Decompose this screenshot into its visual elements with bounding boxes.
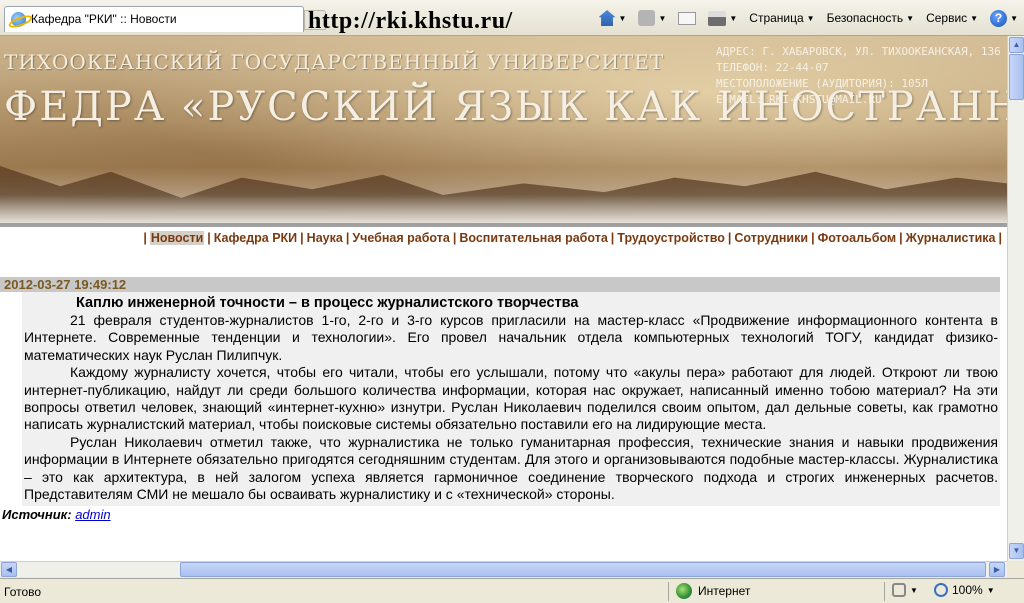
contact-info: АДРЕС: Г. ХАБАРОВСК, УЛ. ТИХООКЕАНСКАЯ, …: [716, 44, 1001, 108]
browser-window: Кафедра "РКИ" :: Новости http://rki.khst…: [0, 0, 1024, 603]
contact-address: АДРЕС: Г. ХАБАРОВСК, УЛ. ТИХООКЕАНСКАЯ, …: [716, 45, 1001, 58]
zone-label: Интернет: [698, 584, 751, 598]
printer-icon: [708, 10, 727, 26]
print-button[interactable]: ▼: [708, 10, 738, 26]
status-text: Готово: [4, 585, 42, 599]
news-article: 2012-03-27 19:49:12 Каплю инженерной точ…: [0, 277, 1000, 522]
help-icon: ?: [990, 9, 1008, 27]
chevron-down-icon: ▼: [729, 13, 738, 23]
source-link[interactable]: admin: [75, 507, 110, 522]
zoom-icon: [934, 583, 948, 597]
vertical-scroll-thumb[interactable]: [1009, 54, 1024, 100]
contact-room: МЕСТОПОЛОЖЕНИЕ (АУДИТОРИЯ): 105Л: [716, 77, 928, 90]
header-banner: ТИХООКЕАНСКИЙ ГОСУДАРСТВЕННЫЙ УНИВЕРСИТЕ…: [0, 36, 1007, 224]
main-nav: | Новости | Кафедра РКИ | Наука | Учебная работ…: [143, 231, 1002, 245]
contact-email: E-MAIL: RKI-KHSTU@MAIL.RU: [716, 93, 882, 106]
source-label: Источник:: [2, 507, 72, 523]
vertical-scrollbar[interactable]: ▲ ▼: [1007, 36, 1024, 561]
tab-title: Кафедра "РКИ" :: Новости: [31, 12, 177, 26]
chevron-down-icon: ▼: [970, 13, 979, 23]
nav-item-education[interactable]: Воспитательная работа: [459, 231, 607, 245]
zoom-button[interactable]: 100% ▼: [934, 583, 995, 597]
page-viewport: ТИХООКЕАНСКИЙ ГОСУДАРСТВЕННЫЙ УНИВЕРСИТЕ…: [0, 36, 1007, 561]
overlay-url-caption: http://rki.khstu.ru/: [308, 8, 513, 34]
security-zone[interactable]: Интернет: [676, 583, 750, 599]
banner-divider: [0, 223, 1007, 227]
contact-phone: ТЕЛЕФОН: 22-44-07: [716, 61, 829, 74]
nav-item-teaching[interactable]: Учебная работа: [352, 231, 450, 245]
scrollbar-corner: [1007, 561, 1024, 577]
page-menu[interactable]: Страница ▼: [749, 11, 814, 25]
protected-mode-button[interactable]: ▼: [892, 583, 918, 597]
chevron-down-icon: ▼: [618, 13, 627, 23]
university-name: ТИХООКЕАНСКИЙ ГОСУДАРСТВЕННЫЙ УНИВЕРСИТЕ…: [4, 50, 665, 74]
nav-item-employment[interactable]: Трудоустройство: [617, 231, 725, 245]
article-body: Каплю инженерной точности – в процесс жу…: [22, 292, 1000, 507]
nav-item-photos[interactable]: Фотоальбом: [818, 231, 897, 245]
article-paragraph: Руслан Николаевич отметил также, что жур…: [24, 433, 998, 503]
nav-item-department[interactable]: Кафедра РКИ: [214, 231, 297, 245]
scroll-up-button[interactable]: ▲: [1009, 37, 1024, 53]
command-bar: ▼ ▼ ▼ Страница ▼ Безопасность ▼ Сервис ▼ ? ▼: [593, 6, 1024, 30]
safety-menu[interactable]: Безопасность ▼: [827, 11, 914, 25]
nav-item-staff[interactable]: Сотрудники: [734, 231, 808, 245]
lock-icon: [892, 583, 906, 597]
mail-button[interactable]: [678, 11, 697, 25]
status-divider: [668, 582, 669, 601]
feeds-button[interactable]: ▼: [638, 10, 666, 26]
browser-toolbar: Кафедра "РКИ" :: Новости http://rki.khst…: [0, 0, 1024, 36]
tools-menu-label: Сервис: [926, 11, 968, 25]
scroll-down-button[interactable]: ▼: [1009, 543, 1024, 559]
ie-logo-icon: [11, 12, 26, 27]
nav-item-science[interactable]: Наука: [307, 231, 343, 245]
home-button[interactable]: ▼: [598, 10, 627, 26]
mail-icon: [678, 11, 697, 25]
globe-icon: [676, 583, 692, 599]
nav-item-journalism[interactable]: Журналистика: [906, 231, 996, 245]
status-divider: [884, 582, 885, 601]
nav-item-news[interactable]: Новости: [149, 231, 205, 245]
browser-tab[interactable]: Кафедра "РКИ" :: Новости: [4, 6, 304, 32]
chevron-down-icon: ▼: [1010, 13, 1018, 23]
horizontal-scrollbar[interactable]: ◀ ▶: [0, 561, 1007, 577]
zoom-level: 100%: [952, 583, 983, 597]
chevron-down-icon: ▼: [906, 13, 915, 23]
chevron-down-icon: ▼: [806, 13, 815, 23]
tools-menu[interactable]: Сервис ▼: [926, 11, 978, 25]
scroll-right-button[interactable]: ▶: [989, 562, 1005, 577]
scroll-left-button[interactable]: ◀: [1, 562, 17, 577]
chevron-down-icon: ▼: [986, 585, 995, 595]
help-button[interactable]: ? ▼: [990, 9, 1018, 27]
article-source: Источник: admin: [0, 507, 1000, 522]
home-icon: [598, 10, 616, 26]
article-paragraph: 21 февраля студентов-журналистов 1-го, 2…: [24, 312, 998, 363]
article-paragraph: Каждому журналисту хочется, чтобы его чи…: [24, 364, 998, 433]
status-bar: Готово Интернет ▼ 100% ▼: [0, 578, 1024, 603]
article-title: Каплю инженерной точности – в процесс жу…: [76, 295, 579, 311]
rss-icon: [638, 10, 656, 26]
parchment-edge: [0, 166, 1007, 224]
horizontal-scroll-thumb[interactable]: [180, 562, 986, 577]
chevron-down-icon: ▼: [658, 13, 667, 23]
article-date: 2012-03-27 19:49:12: [0, 277, 1000, 292]
page-menu-label: Страница: [749, 11, 804, 25]
chevron-down-icon: ▼: [910, 585, 918, 595]
safety-menu-label: Безопасность: [826, 11, 904, 25]
